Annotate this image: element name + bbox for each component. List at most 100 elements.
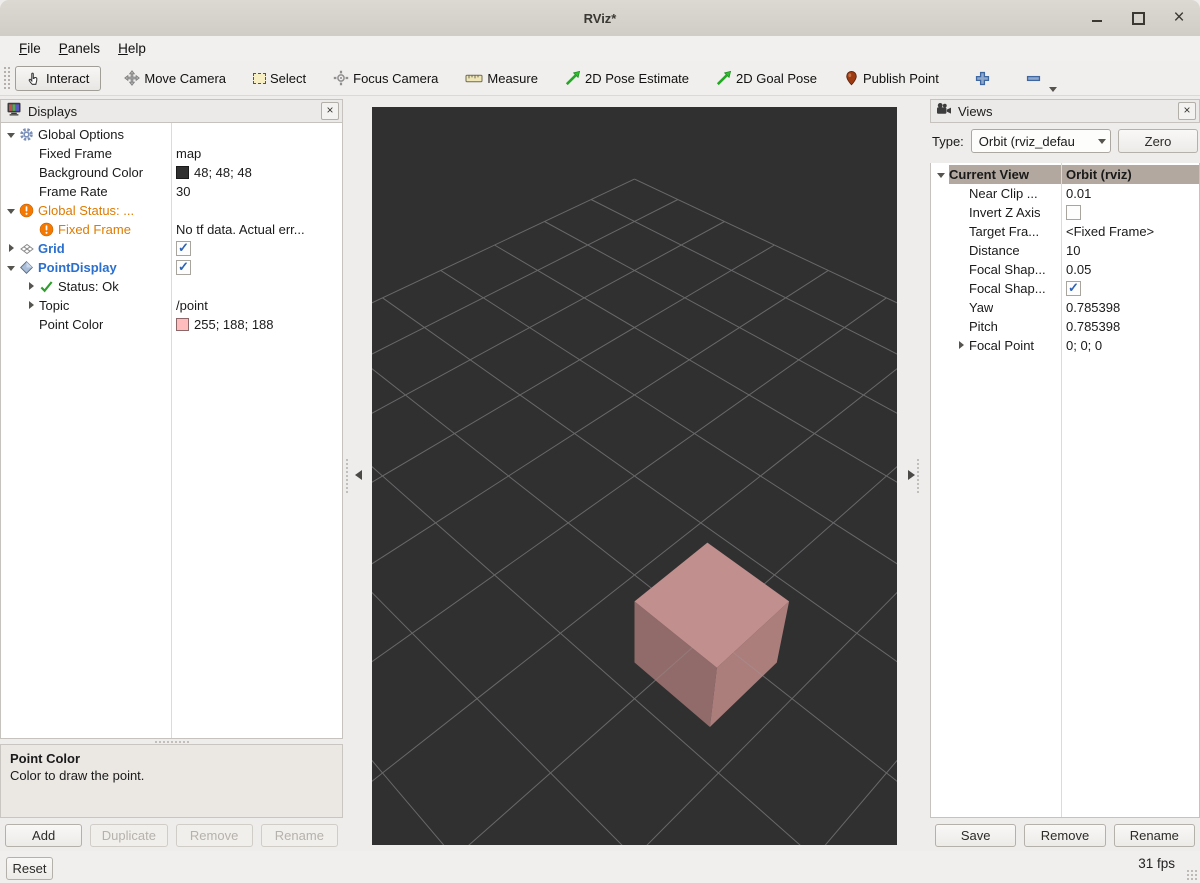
tree-row[interactable]: Grid — [1, 239, 342, 258]
property-value[interactable]: 48; 48; 48 — [194, 165, 252, 180]
close-button[interactable]: × — [1172, 11, 1186, 25]
chevron-right-icon[interactable] — [25, 277, 39, 296]
chevron-left-icon — [355, 470, 362, 480]
tool-label: 2D Goal Pose — [736, 71, 817, 86]
duplicate-button[interactable]: Duplicate — [90, 824, 167, 847]
remove-button[interactable]: Remove — [176, 824, 253, 847]
chevron-right-icon[interactable] — [955, 336, 969, 355]
tree-row[interactable]: Focal Shap...0.05 — [931, 260, 1199, 279]
view-type-select[interactable]: Orbit (rviz_defau — [971, 129, 1111, 153]
tree-row[interactable]: Pitch0.785398 — [931, 317, 1199, 336]
description-title: Point Color — [10, 750, 333, 767]
property-value[interactable]: No tf data. Actual err... — [176, 222, 305, 237]
property-value[interactable]: 255; 188; 188 — [194, 317, 274, 332]
toolbar-drag-handle[interactable] — [3, 66, 10, 90]
tree-row[interactable]: Fixed FrameNo tf data. Actual err... — [1, 220, 342, 239]
property-label: Point Color — [39, 317, 103, 332]
reset-button[interactable]: Reset — [6, 857, 53, 880]
tool-move-camera[interactable]: Move Camera — [117, 65, 233, 91]
tool-publish-point[interactable]: Publish Point — [837, 65, 946, 91]
menu-help[interactable]: Help — [109, 39, 155, 58]
close-icon[interactable]: × — [1178, 102, 1196, 120]
tree-row[interactable]: Frame Rate30 — [1, 182, 342, 201]
tree-row[interactable]: Topic/point — [1, 296, 342, 315]
chevron-down-icon[interactable] — [5, 201, 19, 220]
property-value[interactable]: map — [176, 146, 201, 161]
tree-row[interactable]: Global Status: ... — [1, 201, 342, 220]
maximize-button[interactable] — [1131, 11, 1145, 25]
checkbox[interactable] — [1066, 205, 1081, 220]
tree-row[interactable]: Status: Ok — [1, 277, 342, 296]
checkbox[interactable] — [176, 241, 191, 256]
views-buttons: Save Remove Rename — [930, 818, 1200, 847]
remove-tool-button[interactable] — [1018, 65, 1049, 92]
chevron-down-icon[interactable] — [1049, 87, 1057, 92]
views-panel-header[interactable]: Views × — [930, 99, 1200, 123]
tool-interact[interactable]: Interact — [15, 66, 101, 91]
property-value[interactable]: 30 — [176, 184, 190, 199]
minimize-button[interactable] — [1090, 11, 1104, 25]
zero-button[interactable]: Zero — [1118, 129, 1198, 153]
remove-view-button[interactable]: Remove — [1024, 824, 1105, 847]
color-swatch[interactable] — [176, 166, 189, 179]
resize-grip[interactable] — [1186, 869, 1198, 881]
tree-row[interactable]: Point Color 255; 188; 188 — [1, 315, 342, 334]
tree-row[interactable]: Focal Point0; 0; 0 — [931, 336, 1199, 355]
property-label: Global Status: ... — [38, 203, 134, 218]
tool-2d-pose-estimate[interactable]: 2D Pose Estimate — [558, 65, 696, 91]
tree-row[interactable]: Yaw0.785398 — [931, 298, 1199, 317]
property-value[interactable]: 0.05 — [1066, 262, 1091, 277]
expander-spacer — [955, 241, 969, 260]
property-value[interactable]: /point — [176, 298, 208, 313]
chevron-right-icon[interactable] — [25, 296, 39, 315]
expander-spacer — [25, 220, 39, 239]
property-value[interactable]: 10 — [1066, 243, 1080, 258]
property-value[interactable]: Orbit (rviz) — [1066, 167, 1132, 182]
tool-2d-goal-pose[interactable]: 2D Goal Pose — [709, 65, 824, 91]
close-icon[interactable]: × — [321, 102, 339, 120]
color-swatch[interactable] — [176, 318, 189, 331]
property-label: Focal Shap... — [969, 281, 1046, 296]
collapse-left-handle[interactable] — [350, 456, 364, 496]
tree-row[interactable]: Current ViewOrbit (rviz) — [931, 165, 1199, 184]
property-value[interactable]: <Fixed Frame> — [1066, 224, 1154, 239]
tool-focus-camera[interactable]: Focus Camera — [326, 65, 445, 91]
tree-row[interactable]: Invert Z Axis — [931, 203, 1199, 222]
tree-row[interactable]: Global Options — [1, 125, 342, 144]
plus-icon — [974, 70, 991, 87]
chevron-right-icon[interactable] — [5, 239, 19, 258]
render-canvas[interactable] — [372, 107, 897, 845]
chevron-down-icon[interactable] — [5, 125, 19, 144]
tree-row[interactable]: Target Fra...<Fixed Frame> — [931, 222, 1199, 241]
tree-row[interactable]: Focal Shap... — [931, 279, 1199, 298]
save-view-button[interactable]: Save — [935, 824, 1016, 847]
add-button[interactable]: Add — [5, 824, 82, 847]
menu-panels[interactable]: Panels — [50, 39, 109, 58]
chevron-down-icon[interactable] — [935, 165, 949, 184]
add-tool-button[interactable] — [967, 65, 998, 92]
tree-row[interactable]: Background Color48; 48; 48 — [1, 163, 342, 182]
displays-panel-header[interactable]: Displays × — [0, 99, 343, 123]
tool-select[interactable]: Select — [246, 66, 313, 91]
property-label: Status: Ok — [58, 279, 119, 294]
checkbox[interactable] — [1066, 281, 1081, 296]
render-view[interactable] — [372, 107, 897, 845]
checkbox[interactable] — [176, 260, 191, 275]
property-value[interactable]: 0.785398 — [1066, 300, 1120, 315]
menu-file[interactable]: File — [10, 39, 50, 58]
rename-view-button[interactable]: Rename — [1114, 824, 1195, 847]
tree-row[interactable]: Distance10 — [931, 241, 1199, 260]
property-value[interactable]: 0.01 — [1066, 186, 1091, 201]
tree-row[interactable]: PointDisplay — [1, 258, 342, 277]
expander-spacer — [955, 317, 969, 336]
chevron-down-icon[interactable] — [5, 258, 19, 277]
property-value[interactable]: 0; 0; 0 — [1066, 338, 1102, 353]
tool-measure[interactable]: Measure — [458, 66, 545, 91]
rename-button[interactable]: Rename — [261, 824, 338, 847]
collapse-right-handle[interactable] — [906, 456, 920, 496]
tree-row[interactable]: Fixed Framemap — [1, 144, 342, 163]
property-value[interactable]: 0.785398 — [1066, 319, 1120, 334]
expander-spacer — [955, 260, 969, 279]
tree-row[interactable]: Near Clip ...0.01 — [931, 184, 1199, 203]
title-bar[interactable]: RViz* × — [0, 0, 1200, 37]
